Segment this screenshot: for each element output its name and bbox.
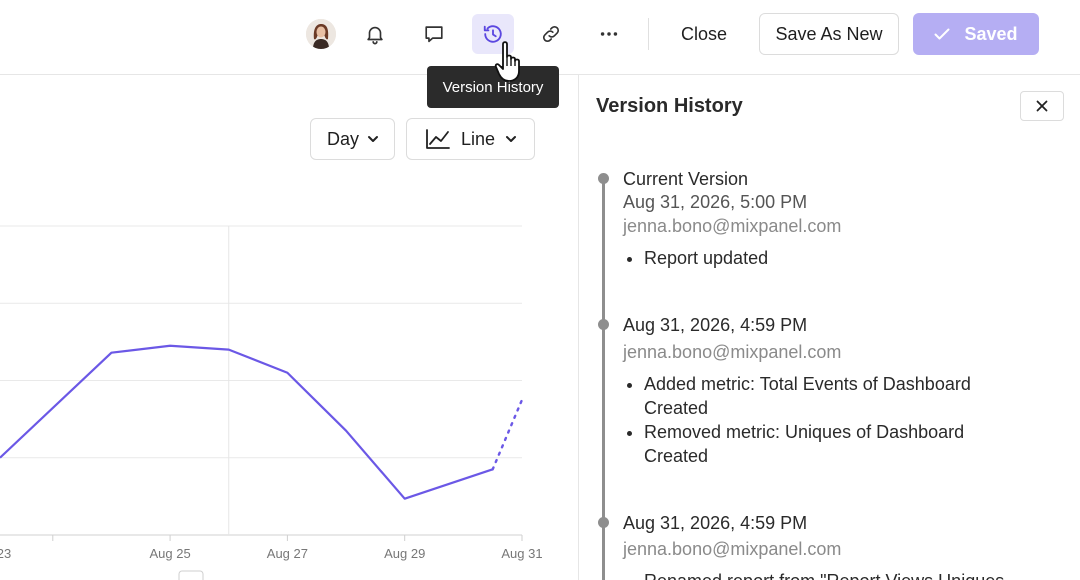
comment-icon	[425, 26, 443, 43]
chart-series-line-partial	[491, 398, 524, 471]
close-button[interactable]: Close	[668, 14, 740, 54]
panel-title: Version History	[596, 95, 743, 117]
chevron-down-icon	[368, 136, 379, 142]
chart-x-tick-label: Aug 27	[267, 546, 308, 561]
change-item: Removed metric: Uniques of Dashboard Cre…	[644, 420, 1024, 468]
chart-x-tick-label: Aug 25	[149, 546, 190, 561]
version-history-tooltip: Version History	[427, 66, 559, 108]
comments-button[interactable]	[413, 14, 455, 54]
more-options-button[interactable]	[588, 14, 630, 54]
chart-type-value: Line	[461, 128, 496, 149]
entry-email: jenna.bono@mixpanel.com	[623, 216, 842, 236]
alerts-button[interactable]	[354, 14, 396, 54]
entry-changes: Added metric: Total Events of Dashboard …	[623, 372, 1024, 468]
saved-button[interactable]: Saved	[913, 13, 1039, 55]
line-chart-icon	[426, 129, 450, 149]
save-as-new-button[interactable]: Save As New	[759, 13, 899, 55]
top-toolbar: Close Save As New Saved	[0, 0, 1080, 75]
chart-x-tick-label: Aug 29	[384, 546, 425, 561]
line-chart[interactable]: 23 Aug 25 Aug 27 Aug 29 Aug 31	[0, 200, 578, 580]
chart-x-tick-label: 23	[0, 546, 11, 561]
timeline-dot	[598, 319, 609, 330]
close-icon	[1036, 100, 1048, 112]
entry-changes: Renamed report from "Report Views Unique…	[623, 569, 1044, 580]
version-history-panel: Version History Current Version Aug 31, …	[578, 75, 1080, 580]
chart-series-line	[0, 344, 494, 500]
entry-changes: Report updated	[623, 246, 1024, 270]
bell-icon	[367, 26, 383, 45]
link-icon	[542, 25, 560, 43]
chevron-down-icon	[506, 136, 517, 142]
copy-link-button[interactable]	[530, 14, 572, 54]
change-item: Added metric: Total Events of Dashboard …	[644, 372, 1024, 420]
chart-x-tick-label: Aug 31	[501, 546, 542, 561]
hand-cursor-icon	[494, 41, 520, 82]
change-item: Renamed report from "Report Views Unique…	[644, 569, 1044, 580]
timeline-dot	[598, 517, 609, 528]
timeline-dot	[598, 173, 609, 184]
chart-scroll-handle	[178, 570, 204, 580]
toolbar-divider	[648, 18, 649, 50]
panel-close-button[interactable]	[1020, 91, 1064, 121]
entry-date: Aug 31, 2026, 4:59 PM	[623, 315, 808, 335]
change-item: Report updated	[644, 246, 1024, 270]
check-icon	[934, 28, 950, 40]
interval-value: Day	[327, 128, 360, 149]
chart-type-dropdown[interactable]: Line	[406, 118, 535, 160]
entry-email: jenna.bono@mixpanel.com	[623, 342, 842, 362]
avatar-image	[306, 19, 336, 49]
saved-label: Saved	[964, 23, 1018, 44]
entry-email: jenna.bono@mixpanel.com	[623, 539, 842, 559]
entry-date: Aug 31, 2026, 4:59 PM	[623, 513, 808, 533]
entry-date: Aug 31, 2026, 5:00 PM	[623, 192, 808, 212]
interval-dropdown[interactable]: Day	[310, 118, 395, 160]
entry-title: Current Version	[623, 169, 749, 189]
more-horizontal-icon	[600, 32, 618, 36]
user-avatar[interactable]	[306, 19, 336, 49]
